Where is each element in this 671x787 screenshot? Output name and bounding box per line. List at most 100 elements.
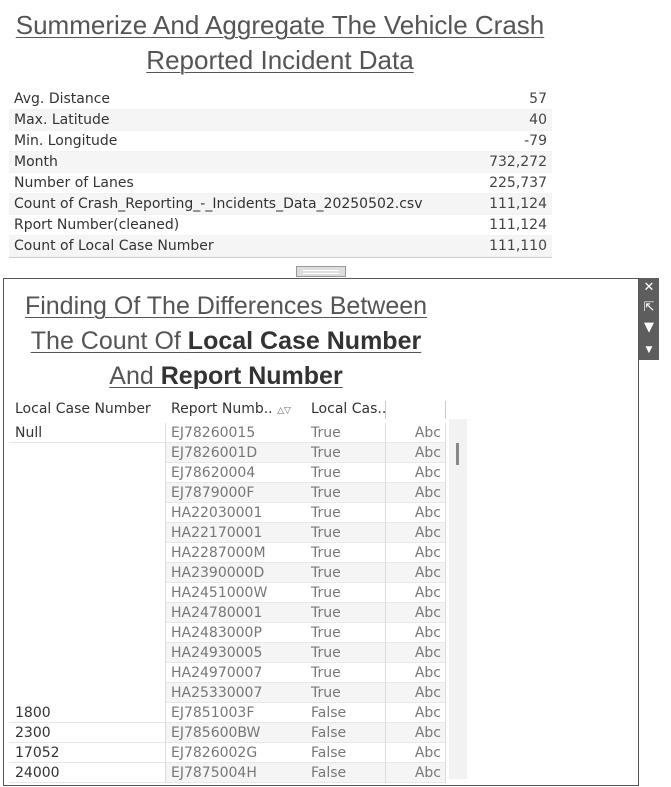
summary-label: Number of Lanes (14, 175, 134, 191)
summary-label: Count of Crash_Reporting_-_Incidents_Dat… (14, 196, 423, 212)
match-flag-cell: True (311, 585, 341, 601)
report-number-cell: EJ7875004H (171, 765, 257, 781)
report-number-cell: EJ7879000F (171, 485, 255, 501)
column-divider (385, 423, 386, 783)
report-number-cell: EJ7826002G (171, 745, 258, 761)
report-number-cell: HA2287000M (171, 545, 266, 561)
match-flag-cell: True (311, 545, 341, 561)
match-flag-cell: True (311, 525, 341, 541)
match-flag-cell: False (311, 765, 347, 781)
header-local-cas[interactable]: Local Cas.. (311, 401, 386, 423)
summary-value: 40 (529, 112, 547, 128)
local-case-number-cell: Null (15, 425, 43, 441)
report-number-cell: HA24970007 (171, 665, 263, 681)
panel-title-line2: The Count Of Local Case Number (30, 327, 422, 355)
summary-value: -79 (524, 133, 547, 149)
report-number-cell: EJ7851003F (171, 705, 255, 721)
header-report-number[interactable]: Report Numb.. △▽ (171, 401, 291, 423)
match-flag-cell: False (311, 745, 347, 761)
summary-title-line1: Summerize And Aggregate The Vehicle Cras… (15, 10, 545, 40)
summary-row: Max. Latitude 40 (9, 110, 552, 131)
dropdown-menu-icon[interactable]: ▼ (639, 340, 659, 360)
column-divider (445, 423, 446, 783)
match-flag-cell: True (311, 485, 341, 501)
abc-cell: Abc (414, 505, 441, 521)
report-number-cell: HA2451000W (171, 585, 268, 601)
summary-label: Max. Latitude (14, 112, 110, 128)
summary-row: Min. Longitude -79 (9, 131, 552, 152)
match-flag-cell: True (311, 605, 341, 621)
popout-icon[interactable]: ⇱ (639, 298, 659, 318)
report-number-cell: HA24780001 (171, 605, 263, 621)
report-number-cell: HA22170001 (171, 525, 263, 541)
match-flag-cell: False (311, 705, 347, 721)
match-flag-cell: True (311, 645, 341, 661)
match-flag-cell: True (311, 685, 341, 701)
summary-row: Rport Number(cleaned) 111,124 (9, 215, 552, 236)
match-flag-cell: True (311, 665, 341, 681)
report-number-cell: EJ78620004 (171, 465, 256, 481)
report-number-cell: HA22030001 (171, 505, 263, 521)
local-case-number-cell: 24000 (15, 765, 60, 781)
summary-label: Count of Local Case Number (14, 238, 214, 254)
report-number-cell: HA2390000D (171, 565, 265, 581)
summary-label: Avg. Distance (14, 91, 111, 107)
report-number-cell: EJ78260015 (171, 425, 256, 441)
abc-cell: Abc (414, 605, 441, 621)
summary-value: 111,110 (489, 238, 547, 254)
local-case-number-cell: 1800 (15, 705, 51, 721)
summary-row: Count of Crash_Reporting_-_Incidents_Dat… (9, 194, 552, 215)
summary-value: 57 (529, 91, 547, 107)
abc-cell: Abc (414, 665, 441, 681)
abc-cell: Abc (414, 725, 441, 741)
summary-value: 732,272 (489, 154, 547, 170)
summary-row: Count of Local Case Number 111,110 (9, 236, 552, 257)
summary-label: Rport Number(cleaned) (14, 217, 180, 233)
abc-cell: Abc (414, 645, 441, 661)
scrollbar-thumb[interactable] (456, 443, 459, 465)
panel-title-line1: Finding Of The Differences Between (24, 292, 428, 320)
scrollbar[interactable] (449, 419, 467, 779)
summary-title: Summerize And Aggregate The Vehicle Cras… (0, 8, 560, 78)
match-flag-cell: False (311, 725, 347, 741)
local-case-number-cell: 2300 (15, 725, 51, 741)
abc-cell: Abc (414, 565, 441, 581)
abc-cell: Abc (414, 545, 441, 561)
header-divider (385, 401, 386, 419)
summary-value: 225,737 (489, 175, 547, 191)
abc-cell: Abc (414, 705, 441, 721)
report-number-cell: HA24930005 (171, 645, 263, 661)
filter-icon[interactable]: ▼ (639, 318, 659, 338)
match-flag-cell: True (311, 625, 341, 641)
report-number-cell: EJ7826001D (171, 445, 258, 461)
abc-cell: Abc (414, 585, 441, 601)
summary-bottom-rule (9, 257, 552, 258)
abc-cell: Abc (414, 425, 441, 441)
abc-cell: Abc (414, 465, 441, 481)
header-divider (445, 401, 446, 419)
match-flag-cell: True (311, 505, 341, 521)
panel-toolbar: ✕ ⇱ ▼ ▼ (639, 278, 659, 360)
summary-row: Number of Lanes 225,737 (9, 173, 552, 194)
summary-label: Min. Longitude (14, 133, 118, 149)
abc-cell: Abc (414, 445, 441, 461)
report-number-cell: HA25330007 (171, 685, 263, 701)
match-flag-cell: True (311, 565, 341, 581)
abc-cell: Abc (414, 485, 441, 501)
resize-handle[interactable] (296, 266, 346, 277)
abc-cell: Abc (414, 525, 441, 541)
abc-cell: Abc (414, 765, 441, 781)
sort-icon[interactable]: △▽ (277, 406, 291, 416)
close-icon[interactable]: ✕ (639, 278, 659, 298)
differences-panel: Finding Of The Differences Between The C… (3, 278, 639, 786)
summary-table: Avg. Distance 57 Max. Latitude 40 Min. Longi… (9, 89, 552, 258)
report-number-cell: HA2483000P (171, 625, 262, 641)
local-case-number-cell: 17052 (15, 745, 60, 761)
header-local-case-number[interactable]: Local Case Number (15, 401, 151, 423)
match-flag-cell: True (311, 425, 341, 441)
summary-label: Month (14, 154, 58, 170)
match-flag-cell: True (311, 445, 341, 461)
summary-title-line2: Reported Incident Data (146, 45, 414, 75)
summary-value: 111,124 (489, 196, 547, 212)
abc-cell: Abc (414, 685, 441, 701)
